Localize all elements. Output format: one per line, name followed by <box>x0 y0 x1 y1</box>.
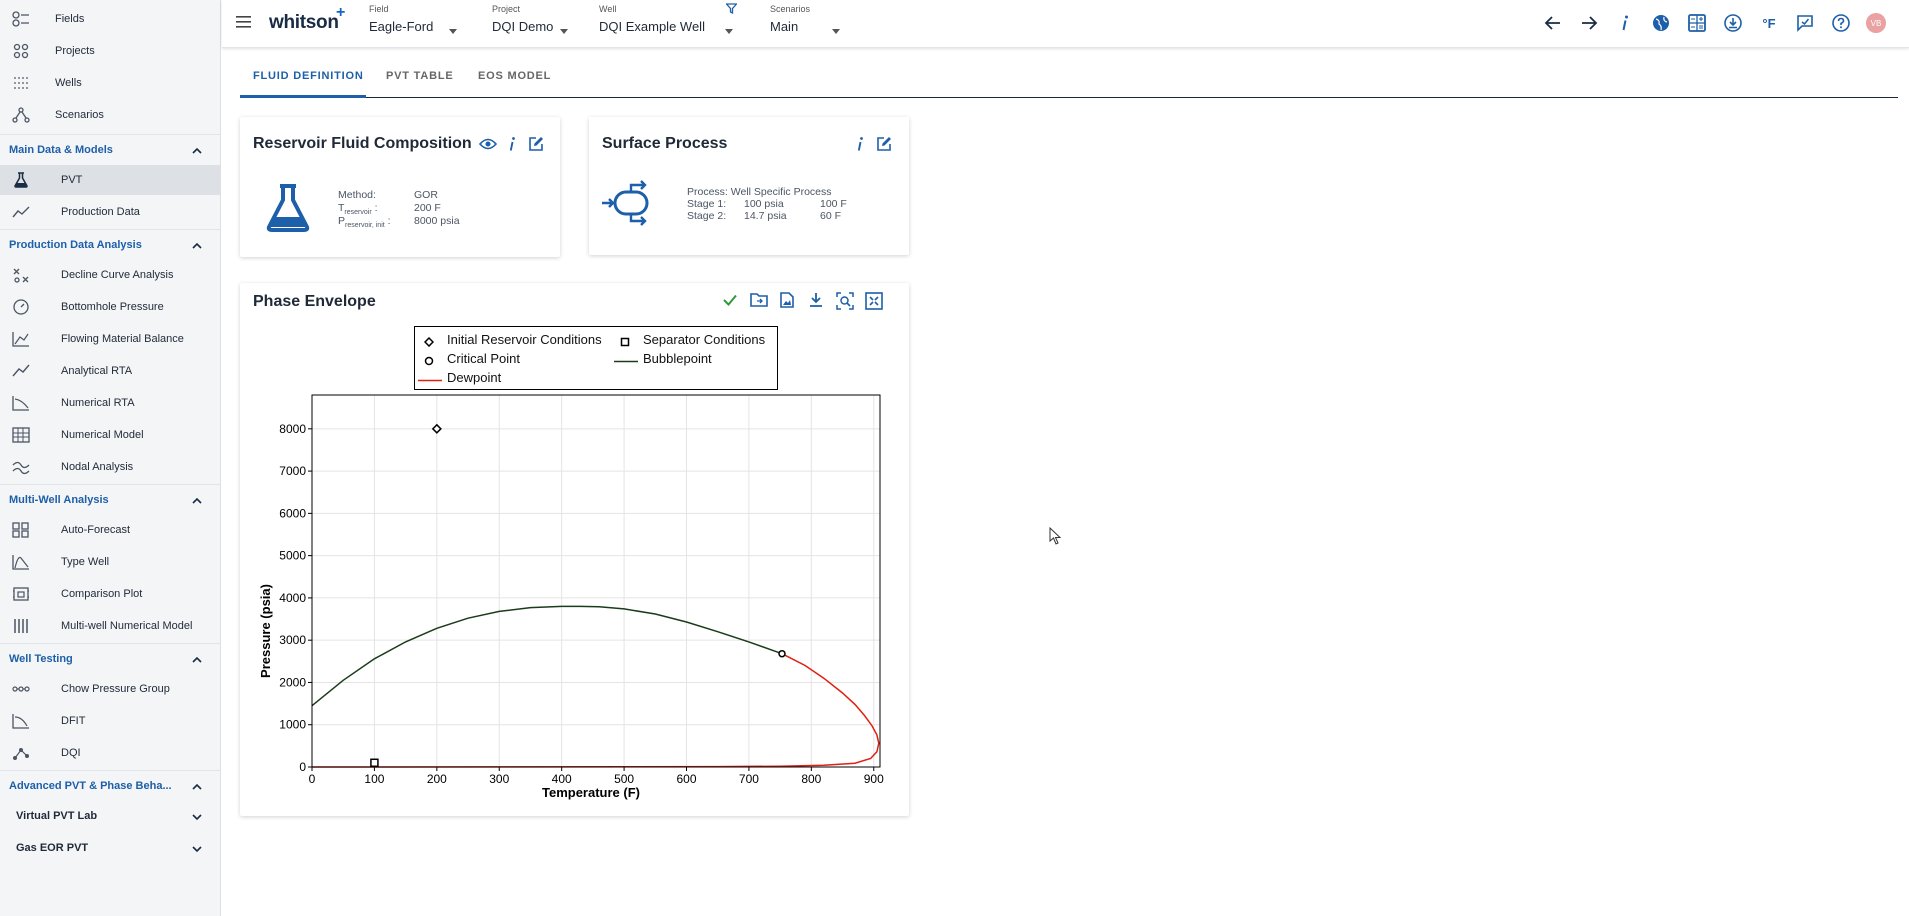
x-tick-label: 600 <box>676 772 696 786</box>
legend-diamond-marker <box>424 337 434 347</box>
x-axis-label: Temperature (F) <box>542 785 640 800</box>
x-tick-label: 400 <box>552 772 572 786</box>
y-tick-label: 6000 <box>279 506 306 520</box>
legend-square-marker <box>620 337 630 347</box>
x-tick-label: 0 <box>309 772 316 786</box>
phase-envelope-chart: 0 100 200 300 400 500 600 700 800 900 0 1000 2000 300… <box>258 394 884 800</box>
x-tick-label: 700 <box>739 772 759 786</box>
legend-separator: Separator Conditions <box>643 332 766 347</box>
x-tick-label: 100 <box>364 772 384 786</box>
y-axis-label: Pressure (psia) <box>258 584 273 678</box>
chart-legend: Initial Reservoir Conditions Separator C… <box>414 326 778 390</box>
y-tick-label: 5000 <box>279 549 306 563</box>
y-tick-label: 3000 <box>279 633 306 647</box>
y-tick-label: 7000 <box>279 464 306 478</box>
x-tick-label: 500 <box>614 772 634 786</box>
legend-bubblepoint: Bubblepoint <box>643 351 712 366</box>
mouse-cursor-icon <box>1049 526 1062 550</box>
x-tick-label: 300 <box>489 772 509 786</box>
y-tick-label: 2000 <box>279 675 306 689</box>
legend-critical-point: Critical Point <box>447 351 520 366</box>
plot-area <box>312 395 880 767</box>
legend-initial-reservoir: Initial Reservoir Conditions <box>447 332 602 347</box>
legend-bubblepoint-line <box>614 360 638 363</box>
separator-point <box>370 758 379 768</box>
legend-circle-marker <box>424 356 434 366</box>
x-tick-label: 900 <box>864 772 884 786</box>
y-tick-label: 8000 <box>279 422 306 436</box>
legend-dewpoint-line <box>418 379 442 382</box>
x-tick-label: 200 <box>427 772 447 786</box>
y-tick-label: 1000 <box>279 718 306 732</box>
y-tick-label: 0 <box>299 760 306 774</box>
legend-dewpoint: Dewpoint <box>447 370 502 385</box>
critical-point <box>778 649 786 658</box>
x-tick-label: 800 <box>801 772 821 786</box>
y-tick-label: 4000 <box>279 591 306 605</box>
